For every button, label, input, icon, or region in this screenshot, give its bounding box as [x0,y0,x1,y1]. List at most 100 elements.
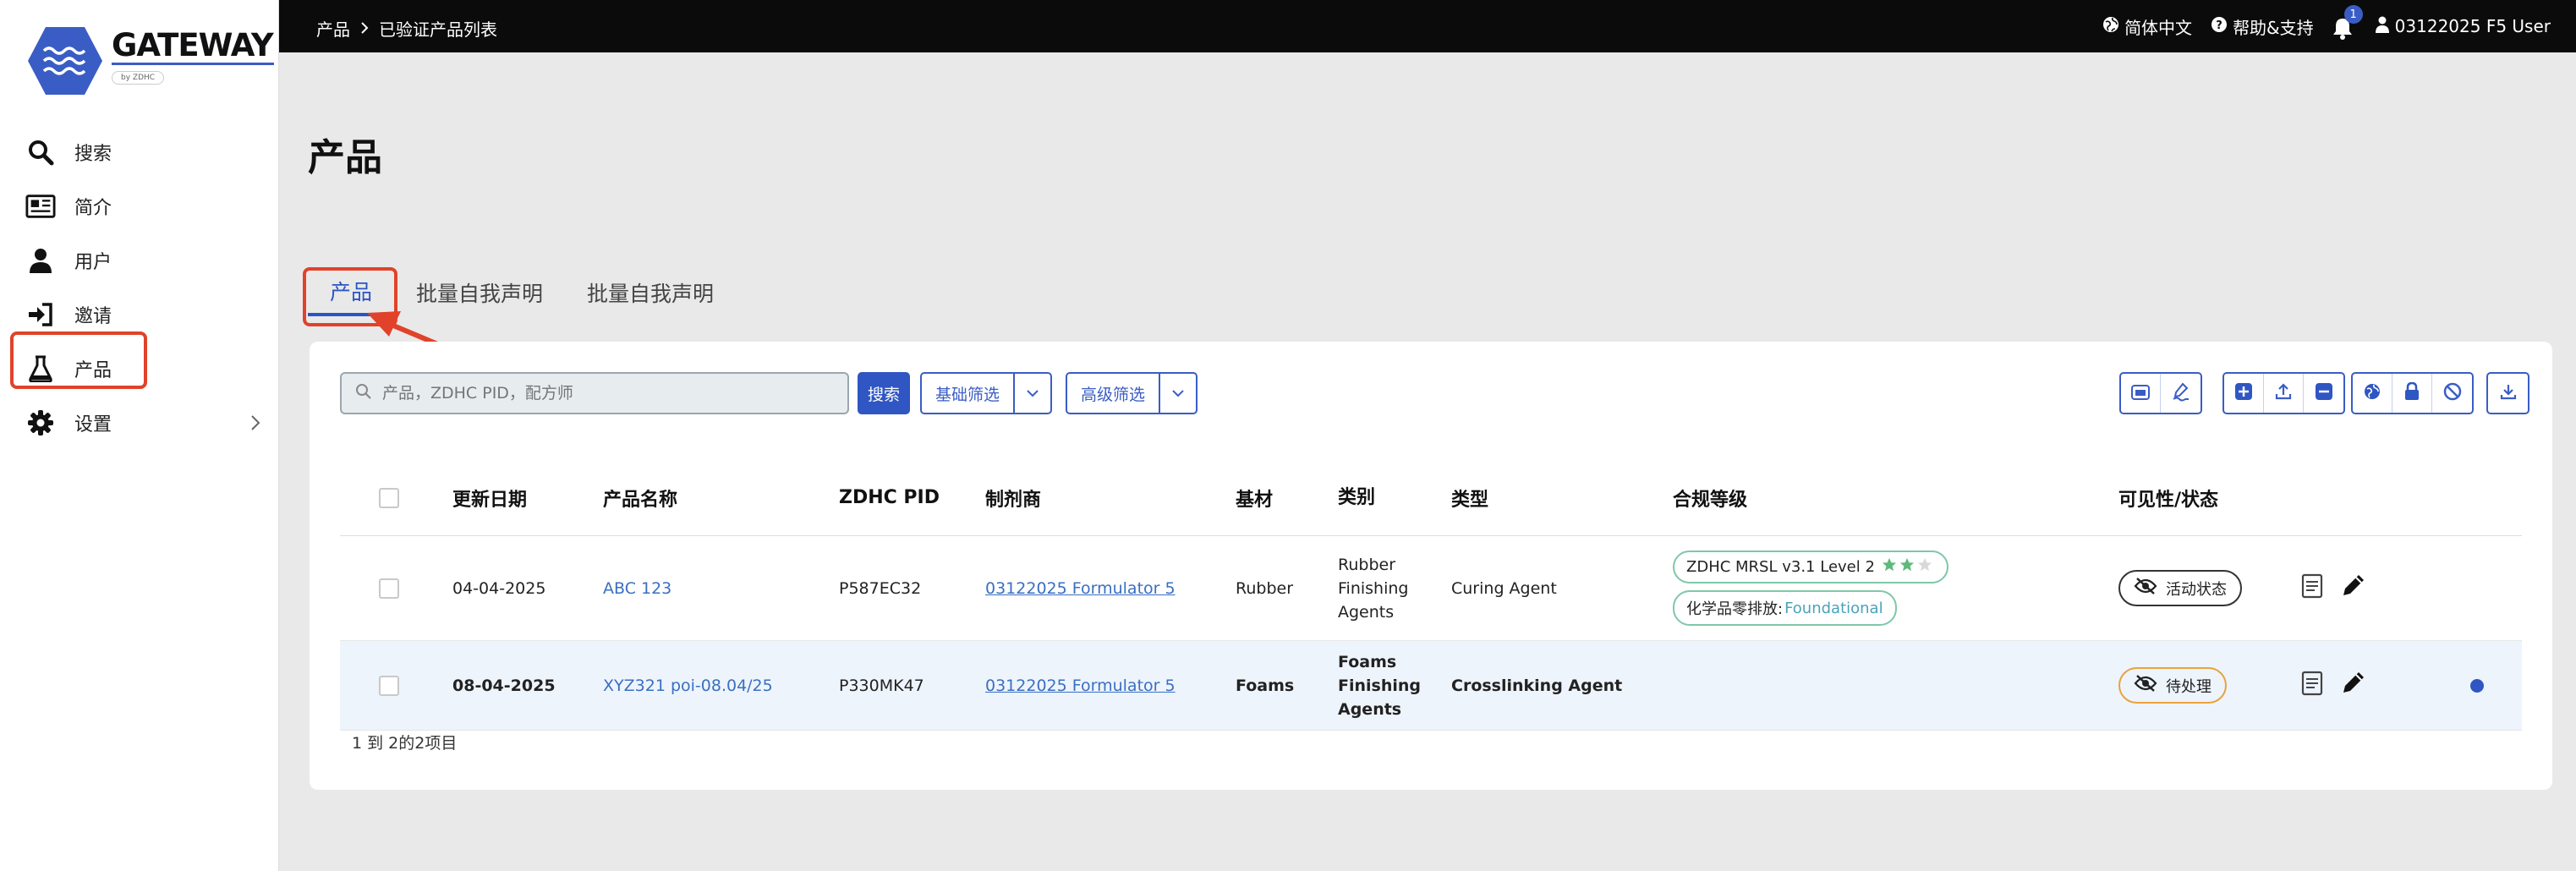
sidebar-item-label: 搜索 [74,144,112,165]
products-card: 搜索 基础筛选 高级筛选 [310,342,2552,790]
signature-icon [2171,381,2191,405]
sidebar-item-search[interactable]: 搜索 [0,125,279,179]
help-label: 帮助&支持 [2233,17,2314,38]
row-pid: P587EC32 [839,578,922,598]
row-substrate: Rubber [1236,578,1294,598]
zero-discharge-badge: 化学品零排放: Foundational [1673,590,1897,626]
tool-group-3 [2351,372,2474,414]
folder-button[interactable] [2121,374,2161,413]
lock-button[interactable] [2392,374,2432,413]
category-line: Foams [1338,652,1397,671]
table-header: 更新日期 产品名称 ZDHC PID 制剂商 基材 类别 类型 合规等级 可见性… [340,460,2522,536]
newspaper-icon [25,191,56,222]
header-type[interactable]: 类型 [1451,485,1673,512]
remove-button[interactable] [2304,374,2343,413]
pencil-icon [2343,575,2364,595]
row-date: 04-04-2025 [452,578,546,598]
details-button[interactable] [2301,573,2323,603]
unread-indicator-dot [2470,678,2484,693]
notifications-button[interactable]: 1 [2332,5,2363,40]
sidebar-item-label: 邀请 [74,306,112,327]
plus-square-icon [2234,382,2253,404]
edit-button[interactable] [2342,573,2365,603]
header-visibility-status[interactable]: 可见性/状态 [2118,485,2301,512]
star-empty-icon [1917,557,1932,572]
select-all-checkbox[interactable] [379,487,399,508]
download-icon [2499,382,2518,404]
breadcrumb-item-products[interactable]: 产品 [316,16,350,41]
row-pid: P330MK47 [839,676,924,695]
header-formulator[interactable]: 制剂商 [985,485,1236,512]
row-category: Rubber Finishing Agents [1338,553,1451,624]
mrsl-compliance-label: ZDHC MRSL v3.1 Level 2 [1686,558,1875,576]
row-checkbox[interactable] [379,675,399,696]
search-icon [25,137,56,167]
logo-hexagon-icon [28,27,102,95]
row-substrate: Foams [1236,676,1295,695]
notification-count-badge: 1 [2343,5,2363,24]
product-name-link[interactable]: XYZ321 poi-08.04/25 [603,677,839,695]
help-support-link[interactable]: ? 帮助&支持 [2211,14,2314,39]
formulator-link[interactable]: 03122025 Formulator 5 [985,579,1236,598]
status-badge-pending[interactable]: 待处理 [2118,667,2227,704]
search-icon [355,383,372,403]
gear-icon [25,408,56,438]
formulator-link[interactable]: 03122025 Formulator 5 [985,677,1236,695]
basic-filter-label: 基础筛选 [922,374,1016,413]
details-button[interactable] [2301,671,2323,700]
upload-button[interactable] [2264,374,2304,413]
mrsl-compliance-badge: ZDHC MRSL v3.1 Level 2 [1673,551,1948,583]
ban-icon [2443,382,2462,404]
language-label: 简体中文 [2124,17,2193,38]
tab-bulk-self-declaration-2[interactable]: 批量自我声明 [565,269,736,316]
rating-stars [1882,557,1935,577]
language-selector[interactable]: 简体中文 [2102,14,2192,39]
sidebar-item-profile[interactable]: 简介 [0,179,279,233]
header-updated-date[interactable]: 更新日期 [452,485,603,512]
question-circle-icon: ? [2211,16,2228,37]
header-category[interactable]: 类别 [1338,486,1451,510]
header-substrate[interactable]: 基材 [1236,485,1338,512]
row-type: Crosslinking Agent [1451,676,1623,695]
row-category: Foams Finishing Agents [1338,650,1451,721]
top-bar: 产品 已验证产品列表 简体中文 ? 帮助&支持 1 03122025 F5 Us… [279,0,2576,52]
pagination-summary: 1 到 2的2项目 [352,734,458,753]
chevron-right-icon [360,19,369,39]
download-button[interactable] [2488,374,2528,413]
user-menu[interactable]: 03122025 F5 User [2375,16,2551,37]
search-button[interactable]: 搜索 [858,372,910,414]
search-input[interactable] [382,384,839,403]
row-compliance: ZDHC MRSL v3.1 Level 2 化学品零排放: Foundatio… [1673,547,2118,629]
brand-name: GATEWAY [112,27,274,63]
sidebar-item-label: 设置 [74,414,112,436]
user-name: 03122025 F5 User [2394,16,2551,36]
block-button[interactable] [2432,374,2472,413]
products-table: 更新日期 产品名称 ZDHC PID 制剂商 基材 类别 类型 合规等级 可见性… [340,460,2522,731]
sidebar: GATEWAY by ZDHC 搜索 简介 用户 邀请 产品 设置 [0,0,279,871]
zero-discharge-label: 化学品零排放: [1686,600,1784,618]
products-highlight-box [10,331,147,389]
header-compliance-level[interactable]: 合规等级 [1673,485,2118,512]
advanced-filter-dropdown[interactable]: 高级筛选 [1066,372,1198,414]
status-badge-active[interactable]: 活动状态 [2118,570,2242,606]
header-product-name[interactable]: 产品名称 [603,485,839,512]
document-icon [2301,573,2323,599]
header-zdhc-pid[interactable]: ZDHC PID [839,487,985,508]
sidebar-item-settings[interactable]: 设置 [0,396,279,450]
top-bar-actions: 简体中文 ? 帮助&支持 1 03122025 F5 User [2102,0,2551,52]
table-row[interactable]: 08-04-2025 XYZ321 poi-08.04/25 P330MK47 … [340,641,2522,731]
signature-button[interactable] [2161,374,2201,413]
table-row[interactable]: 04-04-2025 ABC 123 P587EC32 03122025 For… [340,536,2522,641]
sidebar-item-users[interactable]: 用户 [0,233,279,288]
brand-underline [112,63,274,65]
edit-button[interactable] [2342,671,2365,700]
svg-text:?: ? [2216,19,2222,32]
visibility-public-button[interactable] [2353,374,2392,413]
basic-filter-dropdown[interactable]: 基础筛选 [920,372,1053,414]
row-checkbox[interactable] [379,578,399,599]
sign-in-icon [25,299,56,330]
add-button[interactable] [2224,374,2264,413]
gateway-logo[interactable]: GATEWAY by ZDHC [27,25,274,101]
row-date: 08-04-2025 [452,676,556,695]
product-name-link[interactable]: ABC 123 [603,579,839,598]
